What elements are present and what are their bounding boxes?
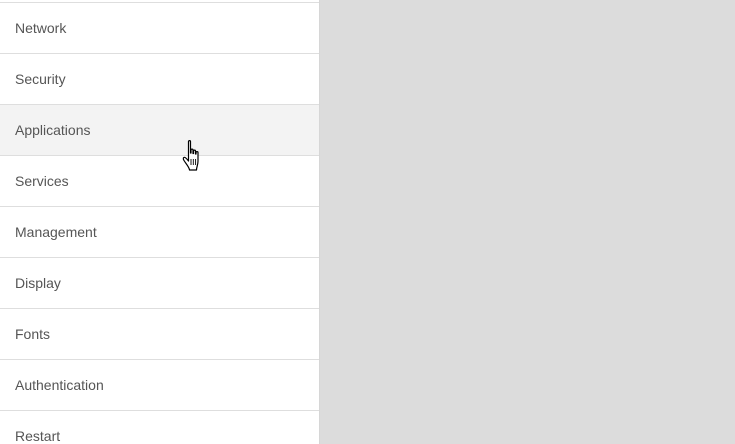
sidebar-item-management[interactable]: Management (0, 207, 319, 258)
sidebar-item-label: Management (15, 224, 97, 240)
sidebar-item-restart[interactable]: Restart (0, 411, 319, 444)
sidebar-item-services[interactable]: Services (0, 156, 319, 207)
sidebar-item-label: Fonts (15, 326, 51, 342)
sidebar-menu: Network Security Applications Services M… (0, 0, 320, 444)
sidebar-item-label: Authentication (15, 377, 104, 393)
sidebar-item-applications[interactable]: Applications (0, 105, 319, 156)
sidebar-item-label: Applications (15, 122, 91, 138)
sidebar-item-label: Restart (15, 428, 61, 444)
sidebar-item-network[interactable]: Network (0, 3, 319, 54)
content-pane (320, 0, 735, 444)
sidebar-item-display[interactable]: Display (0, 258, 319, 309)
sidebar-item-label: Display (15, 275, 61, 291)
sidebar-list: Network Security Applications Services M… (0, 3, 319, 444)
sidebar-item-label: Security (15, 71, 66, 87)
sidebar-item-authentication[interactable]: Authentication (0, 360, 319, 411)
sidebar-item-label: Services (15, 173, 69, 189)
sidebar-item-label: Network (15, 20, 67, 36)
sidebar-item-security[interactable]: Security (0, 54, 319, 105)
sidebar-item-fonts[interactable]: Fonts (0, 309, 319, 360)
